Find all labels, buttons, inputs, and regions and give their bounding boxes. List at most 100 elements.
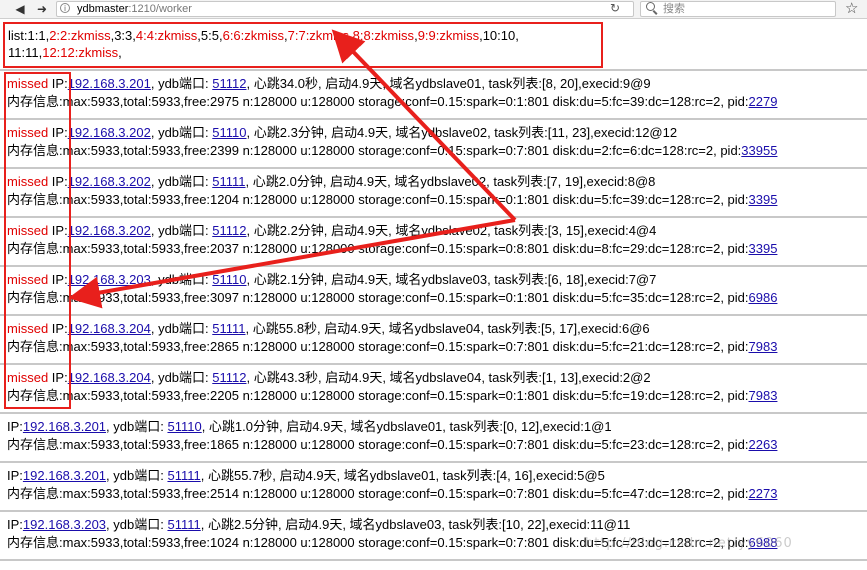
ip-link[interactable]: 192.168.3.202 xyxy=(68,223,151,238)
memory-info-line: 内存信息:max:5933,total:5933,free:2037 n:128… xyxy=(7,240,865,258)
url-bar[interactable]: ydbmaster:1210/worker xyxy=(56,1,634,17)
port-label: , ydb端口: xyxy=(150,370,213,385)
memory-info-line: 内存信息:max:5933,total:5933,free:2399 n:128… xyxy=(7,142,865,160)
port-label: , ydb端口: xyxy=(106,517,168,532)
worker-status: , 心跳2.0分钟, 启动4.9天, 域名ydbslave02, task列表:… xyxy=(245,174,656,189)
port-link[interactable]: 51110 xyxy=(212,125,246,140)
pid-link[interactable]: 3395 xyxy=(749,192,778,207)
divider xyxy=(0,314,867,316)
worker-status: , 心跳2.3分钟, 启动4.9天, 域名ydbslave02, task列表:… xyxy=(246,125,678,140)
memory-info: 内存信息:max:5933,total:5933,free:2205 n:128… xyxy=(7,388,749,403)
pid-link[interactable]: 33955 xyxy=(741,143,777,158)
port-link[interactable]: 51111 xyxy=(212,174,245,189)
pid-link[interactable]: 2273 xyxy=(749,486,778,501)
forward-icon[interactable]: ➜ xyxy=(32,1,52,17)
port-link[interactable]: 51111 xyxy=(167,468,200,483)
worker-entry: missed IP:192.168.3.203, ydb端口: 51110, 心… xyxy=(7,271,865,311)
divider xyxy=(0,461,867,463)
port-label: , ydb端口: xyxy=(150,125,213,140)
worker-entry: missed IP:192.168.3.204, ydb端口: 51112, 心… xyxy=(7,369,865,409)
memory-info: 内存信息:max:5933,total:5933,free:1204 n:128… xyxy=(7,192,749,207)
memory-info-line: 内存信息:max:5933,total:5933,free:3097 n:128… xyxy=(7,289,865,307)
port-label: , ydb端口: xyxy=(150,223,213,238)
ip-link[interactable]: 192.168.3.201 xyxy=(23,419,106,434)
pid-link[interactable]: 6986 xyxy=(749,290,778,305)
memory-info-line: 内存信息:max:5933,total:5933,free:2514 n:128… xyxy=(7,485,865,503)
worker-status-line: missed IP:192.168.3.204, ydb端口: 51111, 心… xyxy=(7,320,865,338)
divider xyxy=(0,265,867,267)
worker-entry: IP:192.168.3.201, ydb端口: 51110, 心跳1.0分钟,… xyxy=(7,418,865,458)
port-link[interactable]: 51112 xyxy=(212,223,246,238)
divider xyxy=(0,69,867,71)
memory-info: 内存信息:max:5933,total:5933,free:2514 n:128… xyxy=(7,486,749,501)
memory-info: 内存信息:max:5933,total:5933,free:2037 n:128… xyxy=(7,241,749,256)
worker-status-line: missed IP:192.168.3.201, ydb端口: 51112, 心… xyxy=(7,75,865,93)
worker-status: , 心跳43.3秒, 启动4.9天, 域名ydbslave04, task列表:… xyxy=(246,370,651,385)
divider xyxy=(0,412,867,414)
divider xyxy=(0,167,867,169)
worker-entry: IP:192.168.3.201, ydb端口: 51111, 心跳55.7秒,… xyxy=(7,467,865,507)
memory-info-line: 内存信息:max:5933,total:5933,free:1865 n:128… xyxy=(7,436,865,454)
worker-entry: missed IP:192.168.3.202, ydb端口: 51112, 心… xyxy=(7,222,865,262)
divider xyxy=(0,510,867,512)
worker-status: , 心跳55.7秒, 启动4.9天, 域名ydbslave01, task列表:… xyxy=(200,468,605,483)
worker-status: , 心跳2.5分钟, 启动4.9天, 域名ydbslave03, task列表:… xyxy=(200,517,631,532)
info-icon[interactable]: i xyxy=(60,3,70,13)
memory-info: 内存信息:max:5933,total:5933,free:1865 n:128… xyxy=(7,437,749,452)
divider xyxy=(0,118,867,120)
port-label: , ydb端口: xyxy=(150,321,213,336)
ip-link[interactable]: 192.168.3.204 xyxy=(68,321,151,336)
pid-link[interactable]: 2263 xyxy=(749,437,778,452)
pid-link[interactable]: 3395 xyxy=(749,241,778,256)
worker-status-line: IP:192.168.3.203, ydb端口: 51111, 心跳2.5分钟,… xyxy=(7,516,865,534)
pid-link[interactable]: 7983 xyxy=(749,339,778,354)
search-input[interactable]: 搜索 xyxy=(640,1,836,17)
ip-link[interactable]: 192.168.3.202 xyxy=(68,125,151,140)
port-label: , ydb端口: xyxy=(150,174,213,189)
port-link[interactable]: 51112 xyxy=(212,370,246,385)
memory-info: 内存信息:max:5933,total:5933,free:2975 n:128… xyxy=(7,94,749,109)
port-link[interactable]: 51112 xyxy=(212,76,246,91)
port-link[interactable]: 51110 xyxy=(167,419,201,434)
browser-toolbar: ◀ ➜ ydbmaster:1210/worker i ↻ 搜索 ☆ xyxy=(0,0,867,19)
worker-status-line: missed IP:192.168.3.202, ydb端口: 51112, 心… xyxy=(7,222,865,240)
ip-label: IP: xyxy=(7,517,23,532)
memory-info-line: 内存信息:max:5933,total:5933,free:2975 n:128… xyxy=(7,93,865,111)
worker-status: , 心跳55.8秒, 启动4.9天, 域名ydbslave04, task列表:… xyxy=(245,321,650,336)
port-link[interactable]: 51110 xyxy=(212,272,246,287)
ip-link[interactable]: 192.168.3.204 xyxy=(68,370,151,385)
ip-link[interactable]: 192.168.3.203 xyxy=(23,517,106,532)
pid-link[interactable]: 2279 xyxy=(749,94,778,109)
ip-label: IP: xyxy=(7,419,23,434)
ip-label: IP: xyxy=(7,468,23,483)
port-link[interactable]: 51111 xyxy=(212,321,245,336)
memory-info: 内存信息:max:5933,total:5933,free:2865 n:128… xyxy=(7,339,749,354)
port-label: , ydb端口: xyxy=(150,272,213,287)
ip-link[interactable]: 192.168.3.201 xyxy=(23,468,106,483)
ip-link[interactable]: 192.168.3.203 xyxy=(68,272,151,287)
divider xyxy=(0,363,867,365)
worker-entry: missed IP:192.168.3.202, ydb端口: 51110, 心… xyxy=(7,124,865,164)
url-host: ydbmaster xyxy=(77,3,129,15)
worker-status-line: missed IP:192.168.3.202, ydb端口: 51110, 心… xyxy=(7,124,865,142)
worker-status-line: missed IP:192.168.3.202, ydb端口: 51111, 心… xyxy=(7,173,865,191)
watermark: http://blog.csdn.net/yy6060 xyxy=(585,536,793,551)
port-label: , ydb端口: xyxy=(106,468,168,483)
back-icon[interactable]: ◀ xyxy=(10,1,30,17)
port-link[interactable]: 51111 xyxy=(167,517,200,532)
annotation-box-missed xyxy=(4,72,71,409)
memory-info-line: 内存信息:max:5933,total:5933,free:1204 n:128… xyxy=(7,191,865,209)
reload-icon[interactable]: ↻ xyxy=(610,1,620,15)
worker-status-line: missed IP:192.168.3.204, ydb端口: 51112, 心… xyxy=(7,369,865,387)
annotation-box-list xyxy=(3,22,603,68)
worker-entry: missed IP:192.168.3.204, ydb端口: 51111, 心… xyxy=(7,320,865,360)
ip-link[interactable]: 192.168.3.201 xyxy=(68,76,151,91)
worker-status: , 心跳1.0分钟, 启动4.9天, 域名ydbslave01, task列表:… xyxy=(201,419,612,434)
bookmark-star-icon[interactable]: ☆ xyxy=(845,0,858,17)
worker-status: , 心跳2.1分钟, 启动4.9天, 域名ydbslave03, task列表:… xyxy=(246,272,657,287)
port-label: , ydb端口: xyxy=(106,419,168,434)
ip-link[interactable]: 192.168.3.202 xyxy=(68,174,151,189)
divider xyxy=(0,216,867,218)
worker-status-line: missed IP:192.168.3.203, ydb端口: 51110, 心… xyxy=(7,271,865,289)
pid-link[interactable]: 7983 xyxy=(749,388,778,403)
